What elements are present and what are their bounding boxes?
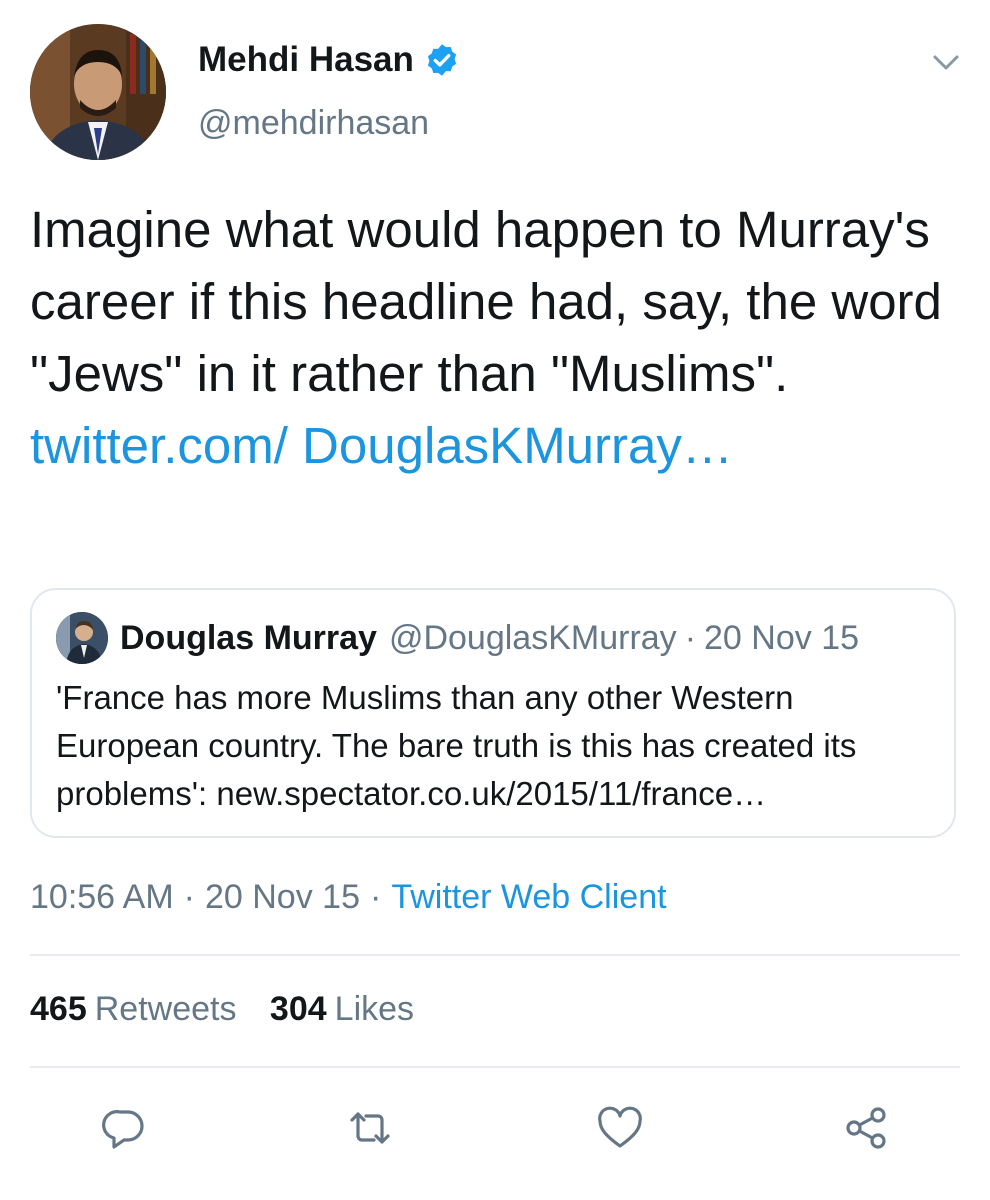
quoted-author-name: Douglas Murray xyxy=(120,618,377,657)
verified-badge-icon xyxy=(427,44,456,76)
tweet-meta: 10:56 AM · 20 Nov 15 · Twitter Web Client xyxy=(30,878,667,917)
reply-icon xyxy=(102,1110,144,1149)
chevron-down-icon[interactable] xyxy=(928,44,964,80)
meta-separator: · xyxy=(183,878,195,916)
share-button[interactable] xyxy=(842,1104,890,1152)
author-handle[interactable]: @mehdirhasan xyxy=(198,104,429,143)
tweet-time: 10:56 AM xyxy=(30,878,174,916)
divider xyxy=(30,954,960,956)
quoted-tweet-header: Douglas Murray @DouglasKMurray · 20 Nov … xyxy=(56,612,859,664)
tweet-stats: 465 Retweets 304 Likes xyxy=(30,990,438,1029)
like-button[interactable] xyxy=(596,1104,644,1152)
tweet-link[interactable]: twitter.com/ DouglasKMurray… xyxy=(30,417,733,474)
likes-stat[interactable]: 304 Likes xyxy=(270,990,414,1028)
reply-button[interactable] xyxy=(100,1104,148,1152)
retweets-stat[interactable]: 465 Retweets xyxy=(30,990,236,1028)
likes-label: Likes xyxy=(334,990,415,1028)
tweet-text: Imagine what would happen to Murray's ca… xyxy=(30,194,970,482)
share-icon xyxy=(846,1107,886,1149)
retweet-icon xyxy=(350,1112,390,1144)
quoted-author-handle: @DouglasKMurray xyxy=(388,618,677,657)
quoted-separator: · xyxy=(684,618,697,657)
divider xyxy=(30,1066,960,1068)
retweets-label: Retweets xyxy=(94,990,237,1028)
likes-count: 304 xyxy=(269,990,327,1028)
author-name-row[interactable]: Mehdi Hasan xyxy=(198,40,460,80)
quoted-tweet-text: 'France has more Muslims than any other … xyxy=(56,679,857,812)
tweet-body: Imagine what would happen to Murray's ca… xyxy=(30,201,942,402)
author-avatar[interactable] xyxy=(30,24,166,160)
tweet-source-link[interactable]: Twitter Web Client xyxy=(391,878,666,916)
quoted-author-avatar xyxy=(56,612,108,664)
quoted-tweet-card[interactable]: Douglas Murray @DouglasKMurray · 20 Nov … xyxy=(30,588,956,838)
retweets-count: 465 xyxy=(30,990,87,1028)
retweet-button[interactable] xyxy=(346,1104,394,1152)
meta-separator: · xyxy=(369,878,382,916)
tweet-date: 20 Nov 15 xyxy=(204,878,360,916)
quoted-date: 20 Nov 15 xyxy=(704,618,860,657)
author-name[interactable]: Mehdi Hasan xyxy=(198,40,414,80)
heart-icon xyxy=(598,1106,642,1148)
